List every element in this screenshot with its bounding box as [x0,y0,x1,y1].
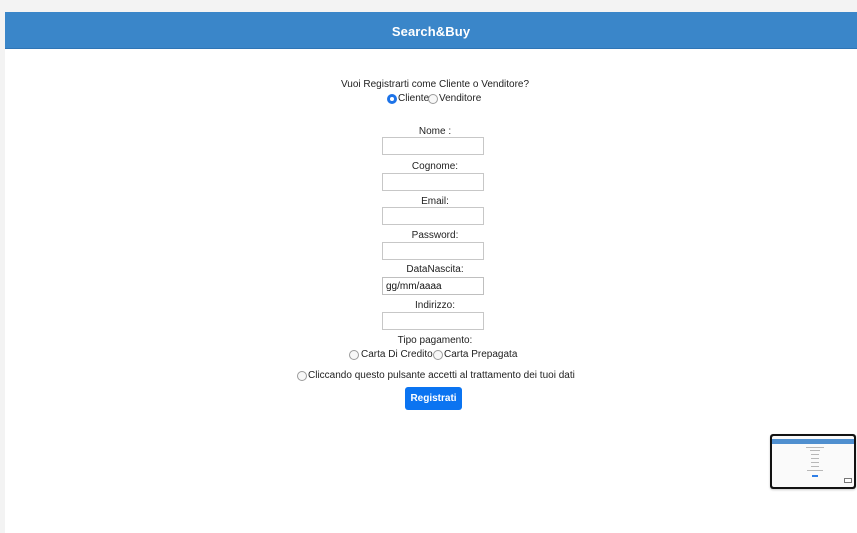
mini-preview-line [810,450,820,451]
nome-label: Nome : [418,126,452,137]
indirizzo-input[interactable] [382,312,484,330]
cognome-label: Cognome: [411,161,459,172]
mini-preview-screen [772,436,854,487]
cliente-label: Cliente [398,93,430,104]
page: Search&Buy Vuoi Registrarti come Cliente… [5,12,857,533]
mini-preview-line [811,458,819,459]
consent-radio[interactable] [297,371,307,381]
mini-preview-line [811,454,819,455]
mini-preview-navbar [772,439,854,444]
mini-preview-window [770,434,856,489]
registrati-button[interactable]: Registrati [405,387,462,410]
mini-preview-button [812,475,818,477]
carta-di-credito-label: Carta Di Credito [361,349,433,360]
password-label: Password: [411,230,459,241]
mini-preview-corner [844,478,852,483]
nome-input[interactable] [382,137,484,155]
navbar: Search&Buy [5,12,857,49]
indirizzo-label: Indirizzo: [414,300,456,311]
mini-preview-line [807,470,823,471]
consent-label: Cliccando questo pulsante accetti al tra… [308,370,575,381]
password-input[interactable] [382,242,484,260]
top-strip [0,0,857,12]
email-input[interactable] [382,207,484,225]
carta-di-credito-radio[interactable] [349,350,359,360]
cliente-radio[interactable] [387,94,397,104]
data-nascita-label: DataNascita: [406,264,464,275]
mini-preview-line [811,466,819,467]
email-label: Email: [421,196,449,207]
carta-prepagata-radio[interactable] [433,350,443,360]
navbar-title: Search&Buy [391,23,471,39]
carta-prepagata-label: Carta Prepagata [444,349,518,360]
mini-preview-line [811,462,819,463]
data-nascita-input[interactable]: gg/mm/aaaa [382,277,484,295]
registration-question: Vuoi Registrarti come Cliente o Venditor… [340,79,530,90]
cognome-input[interactable] [382,173,484,191]
tipo-pagamento-label: Tipo pagamento: [397,335,473,346]
mini-preview-line [806,447,824,448]
venditore-radio[interactable] [428,94,438,104]
venditore-label: Venditore [439,93,482,104]
